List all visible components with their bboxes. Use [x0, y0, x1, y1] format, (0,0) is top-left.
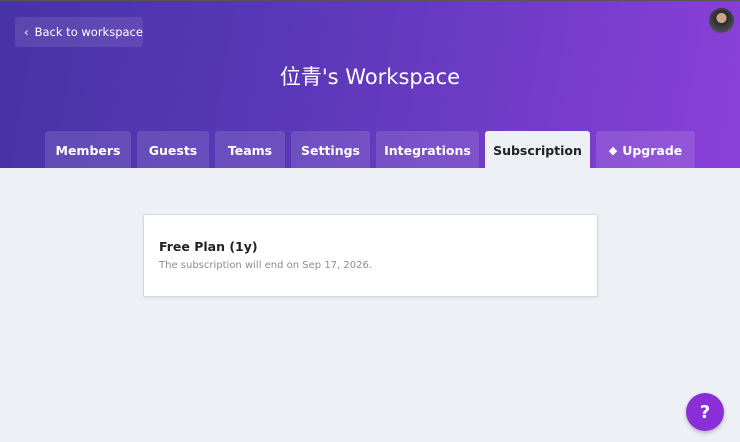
tab-label: Subscription: [493, 142, 582, 158]
tab-members[interactable]: Members: [45, 131, 131, 169]
tab-integrations[interactable]: Integrations: [376, 131, 479, 169]
workspace-header: ‹ Back to workspace 位青's Workspace Membe…: [0, 0, 740, 169]
page-title: 位青's Workspace: [279, 65, 461, 89]
plan-description: The subscription will end on Sep 17, 202…: [159, 260, 373, 271]
tab-label: Guests: [148, 142, 198, 158]
tab-label: Upgrade: [622, 142, 683, 158]
tab-label: Integrations: [384, 142, 471, 158]
chevron-left-icon: ‹: [24, 25, 29, 39]
tab-subscription[interactable]: Subscription: [485, 131, 590, 169]
subscription-card: Free Plan (1y) The subscription will end…: [143, 214, 598, 297]
back-to-workspace-button[interactable]: ‹ Back to workspace: [15, 17, 143, 47]
diamond-icon: ◆: [608, 143, 618, 157]
help-button[interactable]: ?: [686, 393, 724, 431]
tab-guests[interactable]: Guests: [137, 131, 209, 169]
user-avatar[interactable]: [709, 8, 734, 33]
help-icon: ?: [699, 401, 711, 423]
tab-label: Teams: [227, 142, 273, 158]
tab-upgrade[interactable]: ◆ Upgrade: [596, 131, 695, 169]
tab-label: Members: [55, 142, 121, 158]
tab-label: Settings: [300, 142, 360, 158]
plan-name: Free Plan (1y): [159, 239, 258, 254]
tab-settings[interactable]: Settings: [291, 131, 370, 169]
tab-teams[interactable]: Teams: [215, 131, 285, 169]
back-label: Back to workspace: [34, 25, 143, 39]
